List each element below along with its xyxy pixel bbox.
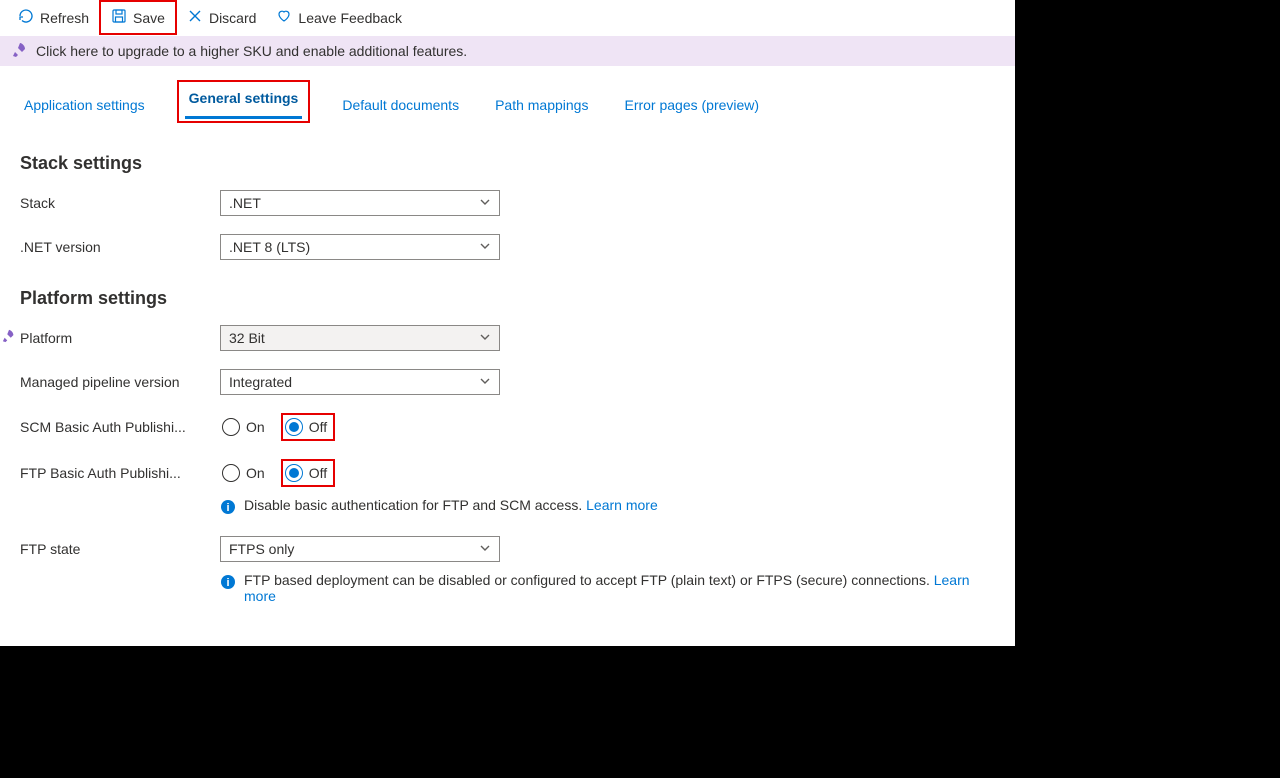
refresh-icon [18, 8, 34, 27]
net-version-select[interactable]: .NET 8 (LTS) [220, 234, 500, 260]
auth-info-text: Disable basic authentication for FTP and… [244, 497, 582, 513]
tab-default-documents[interactable]: Default documents [338, 91, 463, 123]
ftp-auth-on[interactable]: On [220, 461, 271, 485]
banner-text: Click here to upgrade to a higher SKU an… [36, 43, 467, 59]
save-icon [111, 8, 127, 27]
info-icon: i [220, 497, 236, 518]
radio-label: On [246, 419, 265, 435]
upgrade-banner[interactable]: Click here to upgrade to a higher SKU an… [0, 36, 1015, 66]
close-icon [187, 8, 203, 27]
save-label: Save [133, 10, 165, 26]
tab-application-settings[interactable]: Application settings [20, 91, 149, 123]
net-version-value: .NET 8 (LTS) [229, 239, 310, 255]
rocket-icon [2, 329, 16, 346]
scm-auth-label: SCM Basic Auth Publishi... [20, 419, 220, 435]
stack-select[interactable]: .NET [220, 190, 500, 216]
radio-label: On [246, 465, 265, 481]
toolbar: Refresh Save Discard Leave Feedback [0, 0, 1015, 36]
content: Stack settings Stack .NET .NET version .… [0, 123, 1015, 638]
net-version-label: .NET version [20, 239, 220, 255]
pipeline-value: Integrated [229, 374, 292, 390]
info-icon: i [220, 572, 236, 593]
radio-icon [222, 418, 240, 436]
refresh-label: Refresh [40, 10, 89, 26]
radio-icon [222, 464, 240, 482]
stack-label: Stack [20, 195, 220, 211]
chevron-down-icon [479, 330, 491, 346]
radio-icon [285, 464, 303, 482]
chevron-down-icon [479, 239, 491, 255]
radio-icon [285, 418, 303, 436]
radio-label: Off [309, 465, 327, 481]
chevron-down-icon [479, 541, 491, 557]
svg-text:i: i [226, 577, 229, 589]
tabs: Application settings General settings De… [0, 66, 1015, 123]
radio-label: Off [309, 419, 327, 435]
ftp-auth-off[interactable]: Off [281, 459, 335, 487]
ftp-state-info-text: FTP based deployment can be disabled or … [244, 572, 930, 588]
stack-value: .NET [229, 195, 261, 211]
tab-general-wrap: General settings [177, 80, 311, 123]
auth-info-row: i Disable basic authentication for FTP a… [220, 497, 995, 518]
ftp-state-value: FTPS only [229, 541, 294, 557]
platform-label: Platform [20, 330, 220, 346]
scm-auth-on[interactable]: On [220, 415, 271, 439]
feedback-button[interactable]: Leave Feedback [266, 2, 412, 33]
platform-settings-title: Platform settings [20, 288, 995, 309]
refresh-button[interactable]: Refresh [8, 2, 99, 33]
feedback-label: Leave Feedback [298, 10, 402, 26]
ftp-auth-label: FTP Basic Auth Publishi... [20, 465, 220, 481]
tab-path-mappings[interactable]: Path mappings [491, 91, 592, 123]
ftp-state-label: FTP state [20, 541, 220, 557]
tab-error-pages[interactable]: Error pages (preview) [620, 91, 763, 123]
discard-label: Discard [209, 10, 256, 26]
platform-select[interactable]: 32 Bit [220, 325, 500, 351]
save-button[interactable]: Save [99, 0, 177, 35]
ftp-state-select[interactable]: FTPS only [220, 536, 500, 562]
scm-auth-radio-group: On Off [220, 413, 335, 441]
stack-settings-title: Stack settings [20, 153, 995, 174]
chevron-down-icon [479, 195, 491, 211]
scm-auth-off[interactable]: Off [281, 413, 335, 441]
discard-button[interactable]: Discard [177, 2, 266, 33]
pipeline-select[interactable]: Integrated [220, 369, 500, 395]
svg-text:i: i [226, 502, 229, 514]
rocket-icon [12, 42, 36, 61]
platform-value: 32 Bit [229, 330, 265, 346]
ftp-state-info-row: i FTP based deployment can be disabled o… [220, 572, 995, 604]
ftp-auth-radio-group: On Off [220, 459, 335, 487]
tab-general-settings[interactable]: General settings [185, 84, 303, 119]
pipeline-label: Managed pipeline version [20, 374, 220, 390]
heart-icon [276, 8, 292, 27]
chevron-down-icon [479, 374, 491, 390]
auth-learn-more-link[interactable]: Learn more [586, 497, 658, 513]
